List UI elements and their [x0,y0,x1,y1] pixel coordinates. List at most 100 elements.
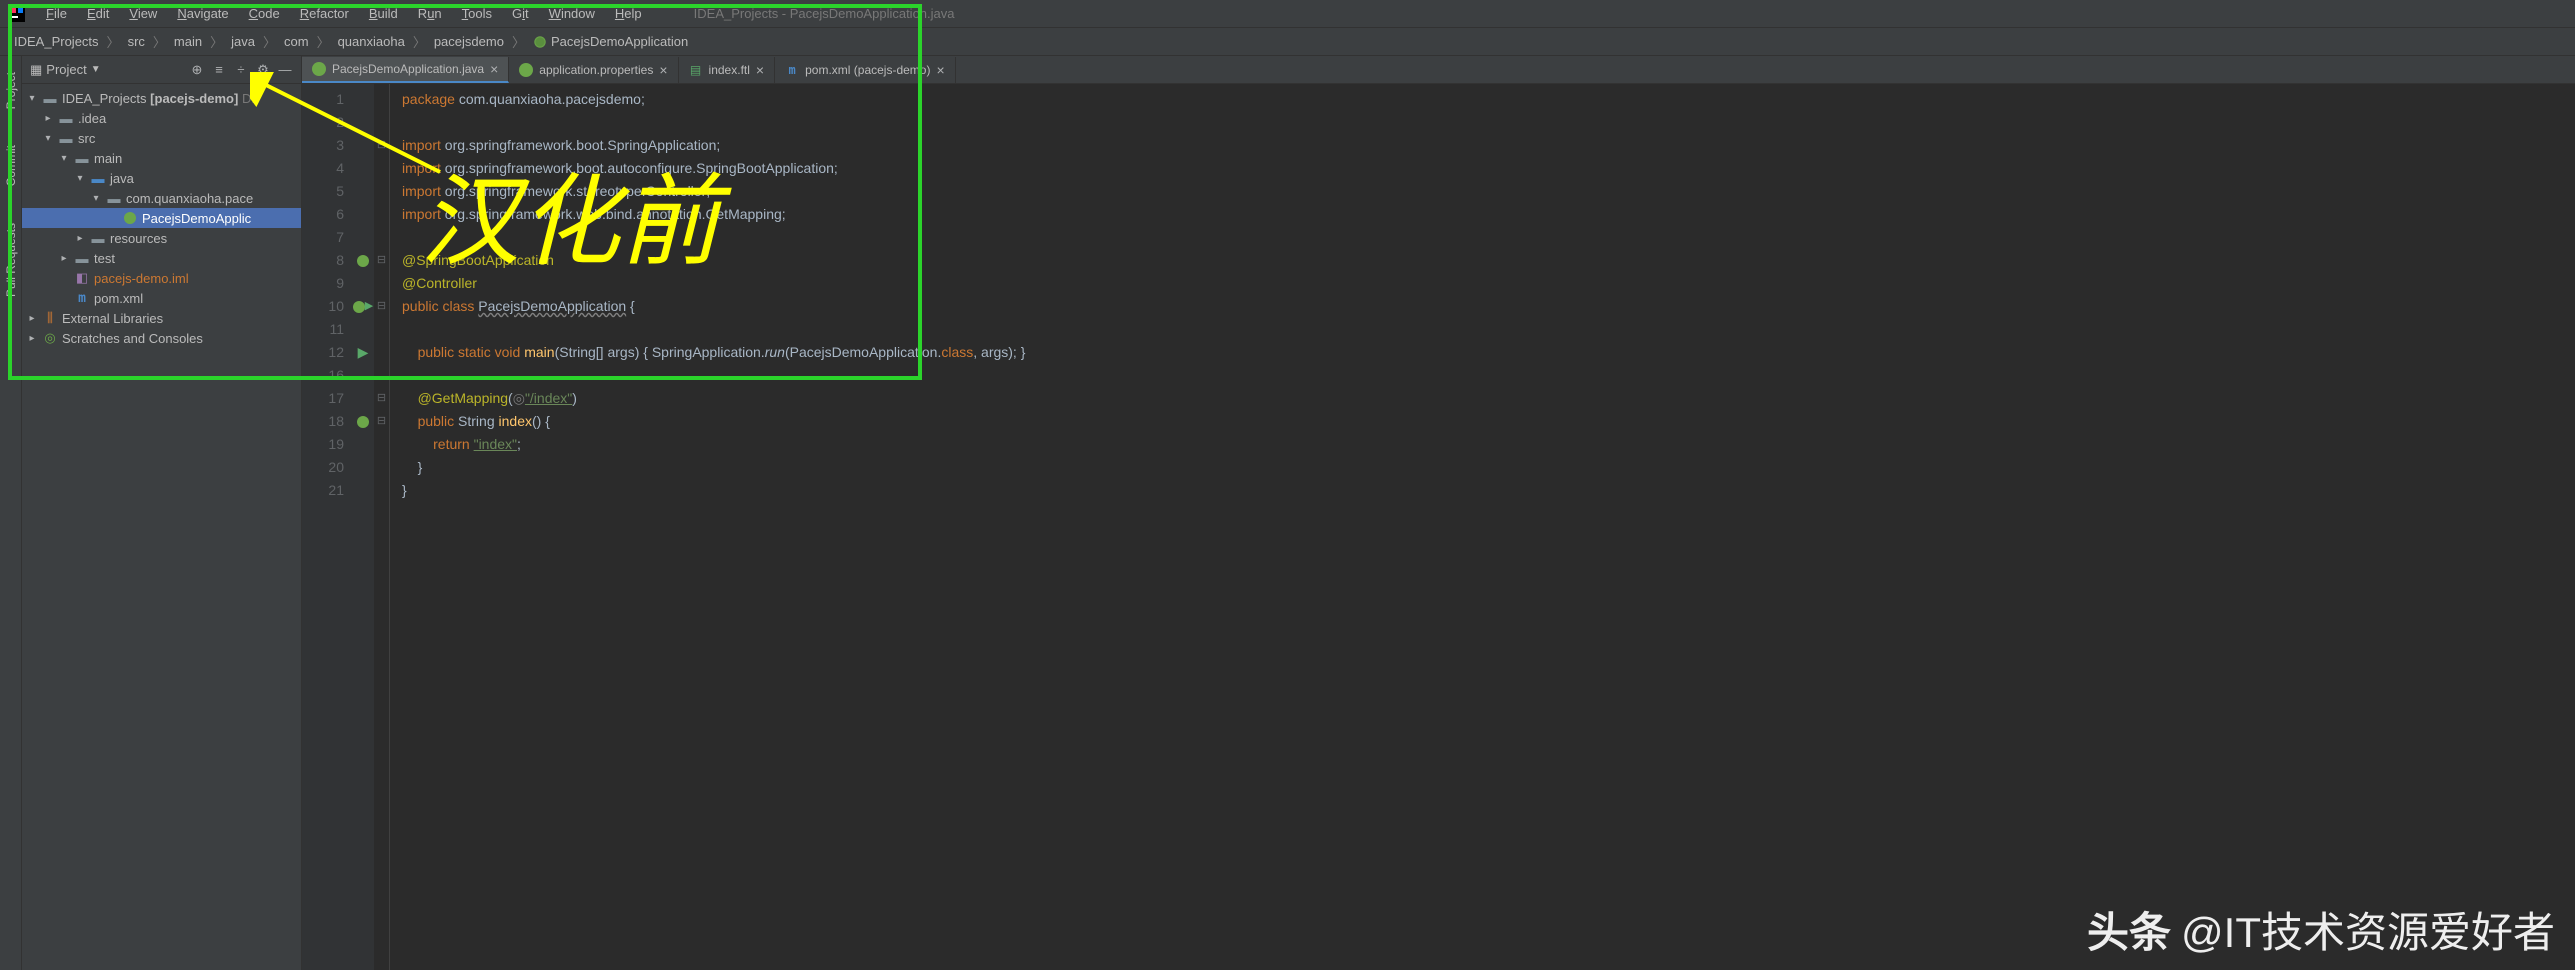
close-icon[interactable]: × [490,61,498,77]
tab-pom-xml[interactable]: m pom.xml (pacejs-demo) × [775,57,956,83]
fold-handle[interactable]: ⊟ [374,387,389,410]
panel-title-dropdown[interactable]: ▦ Project ▼ [30,62,101,78]
tool-tab-commit[interactable]: Commit [2,137,20,194]
menu-bar: File Edit View Navigate Code Refactor Bu… [0,0,2575,28]
scratches-icon: ◎ [42,330,58,346]
hide-icon[interactable]: — [277,62,293,78]
folder-icon: ▬ [58,130,74,146]
breadcrumb: IDEA_Projects〉 src〉 main〉 java〉 com〉 qua… [0,28,2575,56]
tree-root[interactable]: ▾ ▬ IDEA_Projects [pacejs-demo] D:\ [22,88,301,108]
folder-icon: ▬ [74,250,90,266]
crumb-class[interactable]: PacejsDemoApplication [529,32,692,51]
crumb-main[interactable]: main [170,32,206,51]
maven-file-icon: m [74,290,90,306]
gear-icon[interactable]: ⚙ [255,62,271,78]
chevron-right-icon: ▸ [26,333,38,344]
expand-all-icon[interactable]: ≡ [211,62,227,78]
chevron-down-icon: ▾ [74,173,86,184]
tab-index-ftl[interactable]: ▤ index.ftl × [679,57,776,83]
spring-bean-icon[interactable] [352,249,374,272]
close-icon[interactable]: × [756,62,764,78]
menu-file[interactable]: File [38,3,75,24]
tool-tab-pull-requests[interactable]: Pull Requests [2,215,20,305]
tree-test[interactable]: ▸ ▬ test [22,248,301,268]
menu-build[interactable]: Build [361,3,406,24]
spring-icon [122,210,138,226]
menu-edit[interactable]: Edit [79,3,117,24]
menu-git[interactable]: Git [504,3,537,24]
tree-src[interactable]: ▾ ▬ src [22,128,301,148]
libraries-icon: ⫼ [42,310,58,326]
project-icon: ▦ [30,62,42,78]
tree-iml[interactable]: ◧ pacejs-demo.iml [22,268,301,288]
crumb-root[interactable]: IDEA_Projects [10,32,103,51]
tree-java[interactable]: ▾ ▬ java [22,168,301,188]
fold-handle[interactable]: ⊟ [374,295,389,318]
tab-application-properties[interactable]: application.properties × [509,57,678,83]
crumb-java[interactable]: java [227,32,259,51]
tree-package[interactable]: ▾ ▬ com.quanxiaoha.pace [22,188,301,208]
fold-handle[interactable]: ⊟ [374,134,389,157]
crumb-pacejsdemo[interactable]: pacejsdemo [430,32,508,51]
crumb-src[interactable]: src [124,32,149,51]
spring-bean-icon[interactable] [352,410,374,433]
run-class-icon[interactable]: ▶ [352,295,374,318]
app-logo [8,5,26,23]
fold-handle[interactable]: ⊟ [374,410,389,433]
chevron-down-icon: ▾ [90,193,102,204]
watermark-logo: 头条 [2087,899,2171,960]
crumb-com[interactable]: com [280,32,313,51]
tree-pom[interactable]: m pom.xml [22,288,301,308]
chevron-right-icon: ▸ [42,113,54,124]
ftl-file-icon: ▤ [689,63,703,77]
menu-refactor[interactable]: Refactor [292,3,357,24]
menu-help[interactable]: Help [607,3,650,24]
menu-tools[interactable]: Tools [454,3,500,24]
project-panel: ▦ Project ▼ ⊕ ≡ ÷ ⚙ — ▾ ▬ IDEA_Projects … [22,56,302,970]
menu-navigate[interactable]: Navigate [169,3,236,24]
chevron-down-icon: ▾ [42,133,54,144]
menu-run[interactable]: Run [410,3,450,24]
close-icon[interactable]: × [936,62,944,78]
menu-window[interactable]: Window [541,3,603,24]
maven-file-icon: m [785,63,799,77]
chevron-down-icon: ▾ [58,153,70,164]
menu-view[interactable]: View [121,3,165,24]
collapse-all-icon[interactable]: ÷ [233,62,249,78]
tree-app-class[interactable]: PacejsDemoApplic [22,208,301,228]
tab-pacejsdemoapplication[interactable]: PacejsDemoApplication.java × [302,57,509,83]
tree-scratches[interactable]: ▸ ◎ Scratches and Consoles [22,328,301,348]
tree-main[interactable]: ▾ ▬ main [22,148,301,168]
chevron-down-icon: ▼ [91,64,101,75]
panel-header: ▦ Project ▼ ⊕ ≡ ÷ ⚙ — [22,56,301,84]
tree-resources[interactable]: ▸ ▬ resources [22,228,301,248]
editor-area: PacejsDemoApplication.java × application… [302,56,2575,970]
spring-icon [312,62,326,76]
tree-idea[interactable]: ▸ ▬ .idea [22,108,301,128]
package-icon: ▬ [106,190,122,206]
chevron-right-icon: ▸ [26,313,38,324]
source-folder-icon: ▬ [90,170,106,186]
tool-tab-project[interactable]: Project [2,64,20,117]
menu-code[interactable]: Code [241,3,288,24]
resources-folder-icon: ▬ [90,230,106,246]
fold-handle[interactable]: ⊟ [374,249,389,272]
close-icon[interactable]: × [659,62,667,78]
editor-tab-bar: PacejsDemoApplication.java × application… [302,56,2575,84]
chevron-right-icon: ▸ [58,253,70,264]
iml-file-icon: ◧ [74,270,90,286]
tree-ext-lib[interactable]: ▸ ⫼ External Libraries [22,308,301,328]
gutter-markers: ▶ ▶ [352,84,374,970]
watermark-text: @IT技术资源爱好者 [2181,899,2555,960]
run-main-icon[interactable]: ▶ [352,341,374,364]
spring-icon [533,35,547,49]
select-opened-file-icon[interactable]: ⊕ [189,62,205,78]
left-tool-strip: Project Commit Pull Requests [0,56,22,970]
chevron-down-icon: ▾ [26,93,38,104]
watermark: 头条 @IT技术资源爱好者 [2087,899,2555,960]
code-editor[interactable]: 123 456 789 101112 1617 181920 21 ▶ ▶ [302,84,2575,970]
project-tree: ▾ ▬ IDEA_Projects [pacejs-demo] D:\ ▸ ▬ … [22,84,301,970]
code-content[interactable]: package com.quanxiaoha.pacejsdemo; impor… [390,84,2575,970]
crumb-quanxiaoha[interactable]: quanxiaoha [334,32,409,51]
line-numbers: 123 456 789 101112 1617 181920 21 [302,84,352,970]
